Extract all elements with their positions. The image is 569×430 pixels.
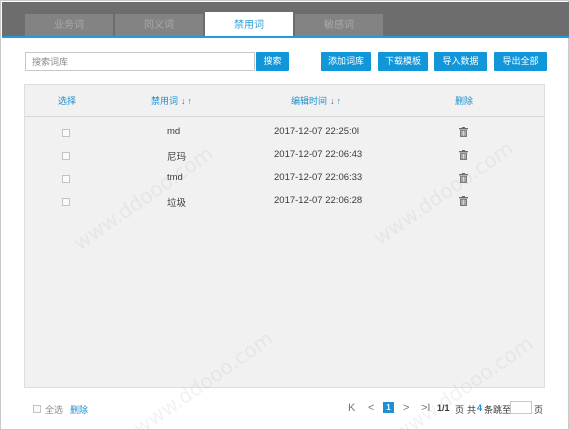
- page-word: 页: [455, 405, 465, 415]
- add-wordbank-button[interactable]: 添加词库: [321, 52, 371, 71]
- next-page-button[interactable]: >: [403, 402, 409, 414]
- trash-icon[interactable]: [459, 173, 468, 183]
- export-all-button[interactable]: 导出全部: [494, 52, 547, 71]
- select-all-label[interactable]: 全选: [45, 403, 63, 416]
- header-word[interactable]: 禁用词 ↓ ↑: [151, 94, 192, 107]
- row-checkbox[interactable]: [62, 175, 70, 183]
- trash-icon[interactable]: [459, 150, 468, 160]
- row-checkbox[interactable]: [62, 129, 70, 137]
- first-page-button[interactable]: K: [348, 402, 355, 414]
- goto-prefix: 跳至: [493, 405, 512, 415]
- import-data-button[interactable]: 导入数据: [434, 52, 487, 71]
- current-page-button[interactable]: 1: [383, 402, 394, 413]
- row-word: 尼玛: [167, 152, 187, 163]
- row-word: 垃圾: [167, 198, 187, 209]
- tab-underline: [2, 36, 569, 38]
- row-word: md: [167, 126, 181, 137]
- tab-forbidden-words[interactable]: 禁用词: [205, 12, 293, 39]
- table-row: md 2017-12-07 22:25:0l: [25, 121, 544, 144]
- sort-arrows[interactable]: ↓ ↑: [330, 96, 341, 106]
- table-row: tmd 2017-12-07 22:06:33: [25, 167, 544, 190]
- tab-synonyms[interactable]: 同义词: [115, 14, 203, 37]
- row-edit-time: 2017-12-07 22:25:0l: [274, 126, 360, 137]
- sort-down-icon[interactable]: ↓: [330, 96, 335, 106]
- row-checkbox[interactable]: [62, 152, 70, 160]
- tab-sensitive-words[interactable]: 敏感词: [295, 14, 383, 37]
- row-checkbox[interactable]: [62, 198, 70, 206]
- total-suffix: 条: [484, 405, 494, 415]
- row-edit-time: 2017-12-07 22:06:33: [274, 172, 363, 183]
- table-row: 尼玛 2017-12-07 22:06:43: [25, 144, 544, 167]
- sort-up-icon[interactable]: ↑: [337, 96, 342, 106]
- header-edit-time-label: 编辑时间: [291, 96, 328, 106]
- header-select: 选择: [58, 96, 77, 106]
- app-window: 业务词 同义词 禁用词 敏感词 搜索 添加词库 下载模板 导入数据 导出全部 选…: [0, 0, 569, 430]
- header-edit-time[interactable]: 编辑时间 ↓ ↑: [291, 94, 341, 107]
- prev-page-button[interactable]: <: [368, 402, 374, 414]
- table-footer: 全选 删除 K < 1 > >I 1/1 页 共 4 条 跳至 页: [1, 397, 569, 421]
- last-page-button[interactable]: >I: [421, 402, 430, 414]
- table-row: 垃圾 2017-12-07 22:06:28: [25, 190, 544, 213]
- table-header: 选择 禁用词 ↓ ↑ 编辑时间 ↓ ↑ 删除: [25, 85, 544, 117]
- total-prefix: 共: [467, 405, 477, 415]
- word-table: 选择 禁用词 ↓ ↑ 编辑时间 ↓ ↑ 删除 md 2017-12-07 22:25:0…: [24, 84, 545, 388]
- tab-bar: 业务词 同义词 禁用词 敏感词: [2, 2, 569, 39]
- header-word-label: 禁用词: [151, 96, 179, 106]
- sort-up-icon[interactable]: ↑: [188, 96, 193, 106]
- trash-icon[interactable]: [459, 196, 468, 206]
- header-delete: 删除: [455, 96, 474, 106]
- goto-suffix: 页: [534, 405, 544, 415]
- bulk-delete-link[interactable]: 删除: [70, 403, 88, 416]
- sort-arrows[interactable]: ↓ ↑: [181, 96, 192, 106]
- page-count: 1/1: [437, 403, 450, 413]
- trash-icon[interactable]: [459, 127, 468, 137]
- row-word: tmd: [167, 172, 183, 183]
- sort-down-icon[interactable]: ↓: [181, 96, 186, 106]
- search-button[interactable]: 搜索: [256, 52, 289, 71]
- download-template-button[interactable]: 下载模板: [378, 52, 428, 71]
- search-input[interactable]: [25, 52, 255, 71]
- select-all-checkbox[interactable]: [33, 405, 41, 413]
- row-edit-time: 2017-12-07 22:06:28: [274, 195, 363, 206]
- total-count: 4: [477, 403, 483, 413]
- row-edit-time: 2017-12-07 22:06:43: [274, 149, 363, 160]
- goto-page-input[interactable]: [510, 401, 532, 414]
- tab-business-words[interactable]: 业务词: [25, 14, 113, 37]
